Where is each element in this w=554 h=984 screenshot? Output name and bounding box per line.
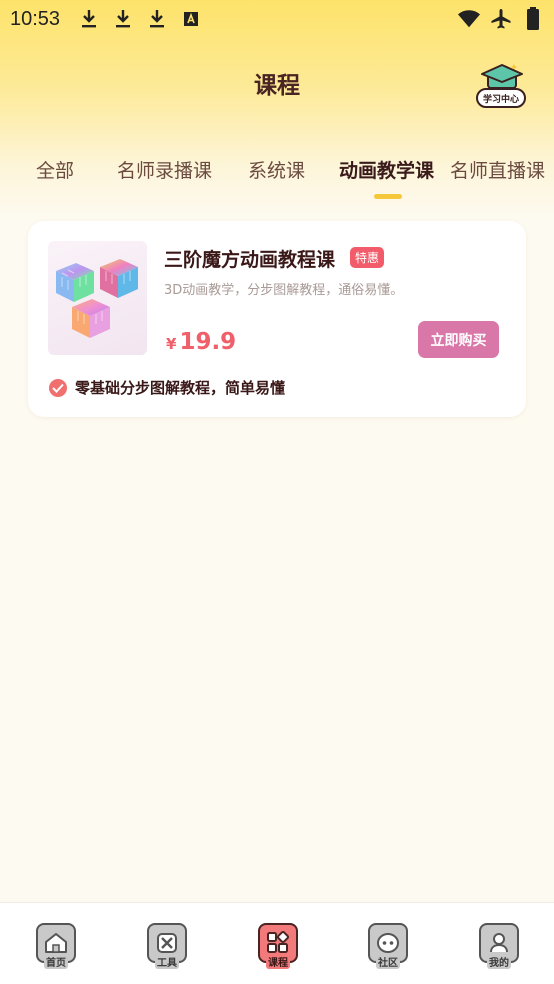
nav-course[interactable]: 课程 (256, 921, 300, 969)
page-title: 课程 (254, 73, 300, 99)
promo-badge: 特惠 (350, 247, 385, 268)
course-card[interactable]: 三阶魔方动画教程课 特惠 3D动画教学，分步图解教程，通俗易懂。 ¥19.9 立… (28, 221, 526, 417)
nav-home[interactable]: 首页 (34, 921, 78, 969)
community-icon (377, 933, 399, 953)
tab-animation[interactable]: 动画教学课 (339, 156, 434, 183)
nav-community-label: 社区 (376, 958, 400, 969)
nav-community[interactable]: 社区 (366, 921, 410, 969)
nav-course-label: 课程 (266, 958, 290, 969)
airplane-icon (490, 8, 512, 30)
home-icon (45, 933, 67, 953)
rubiks-cube-image (56, 259, 138, 338)
page-header: 课程 (0, 58, 554, 108)
feature-text: 零基础分步图解教程，简单易懂 (75, 379, 286, 397)
course-thumbnail (48, 241, 147, 355)
course-description: 3D动画教学，分步图解教程，通俗易懂。 (164, 283, 404, 298)
course-feature: 零基础分步图解教程，简单易懂 (49, 377, 285, 398)
status-time: 10:53 (10, 7, 61, 30)
category-tabs: 全部 名师录播课 系统课 动画教学课 名师直播课 (0, 148, 554, 198)
download-icon (112, 8, 134, 30)
nav-tools[interactable]: 工具 (145, 921, 189, 969)
tab-system[interactable]: 系统课 (248, 156, 305, 183)
price-value: 19.9 (179, 329, 237, 355)
active-tab-indicator (374, 194, 402, 199)
nav-tools-label: 工具 (155, 958, 179, 969)
course-icon (267, 930, 290, 953)
download-icon (78, 8, 100, 30)
course-title: 三阶魔方动画教程课 (164, 249, 336, 271)
tab-recorded[interactable]: 名师录播课 (117, 156, 212, 183)
wifi-icon (458, 8, 480, 30)
tab-all[interactable]: 全部 (36, 156, 74, 183)
status-bar: 10:53 (0, 0, 554, 38)
check-icon (49, 378, 67, 397)
battery-icon (522, 7, 544, 30)
study-center-label: 学习中心 (476, 88, 526, 108)
nav-profile[interactable]: 我的 (477, 921, 521, 969)
download-icon (146, 8, 168, 30)
study-center-button[interactable]: 学习中心 (474, 62, 530, 112)
tool-icon (157, 933, 177, 953)
nav-profile-label: 我的 (487, 958, 511, 969)
font-icon (180, 8, 202, 30)
buy-now-button[interactable]: 立即购买 (418, 321, 499, 358)
bottom-navigation: 首页 工具 课程 社区 我的 (0, 902, 554, 984)
price-currency: ¥ (166, 335, 177, 353)
profile-icon (490, 933, 508, 953)
nav-home-label: 首页 (44, 958, 68, 969)
tab-live[interactable]: 名师直播课 (450, 156, 545, 183)
course-price: ¥19.9 (166, 329, 236, 355)
